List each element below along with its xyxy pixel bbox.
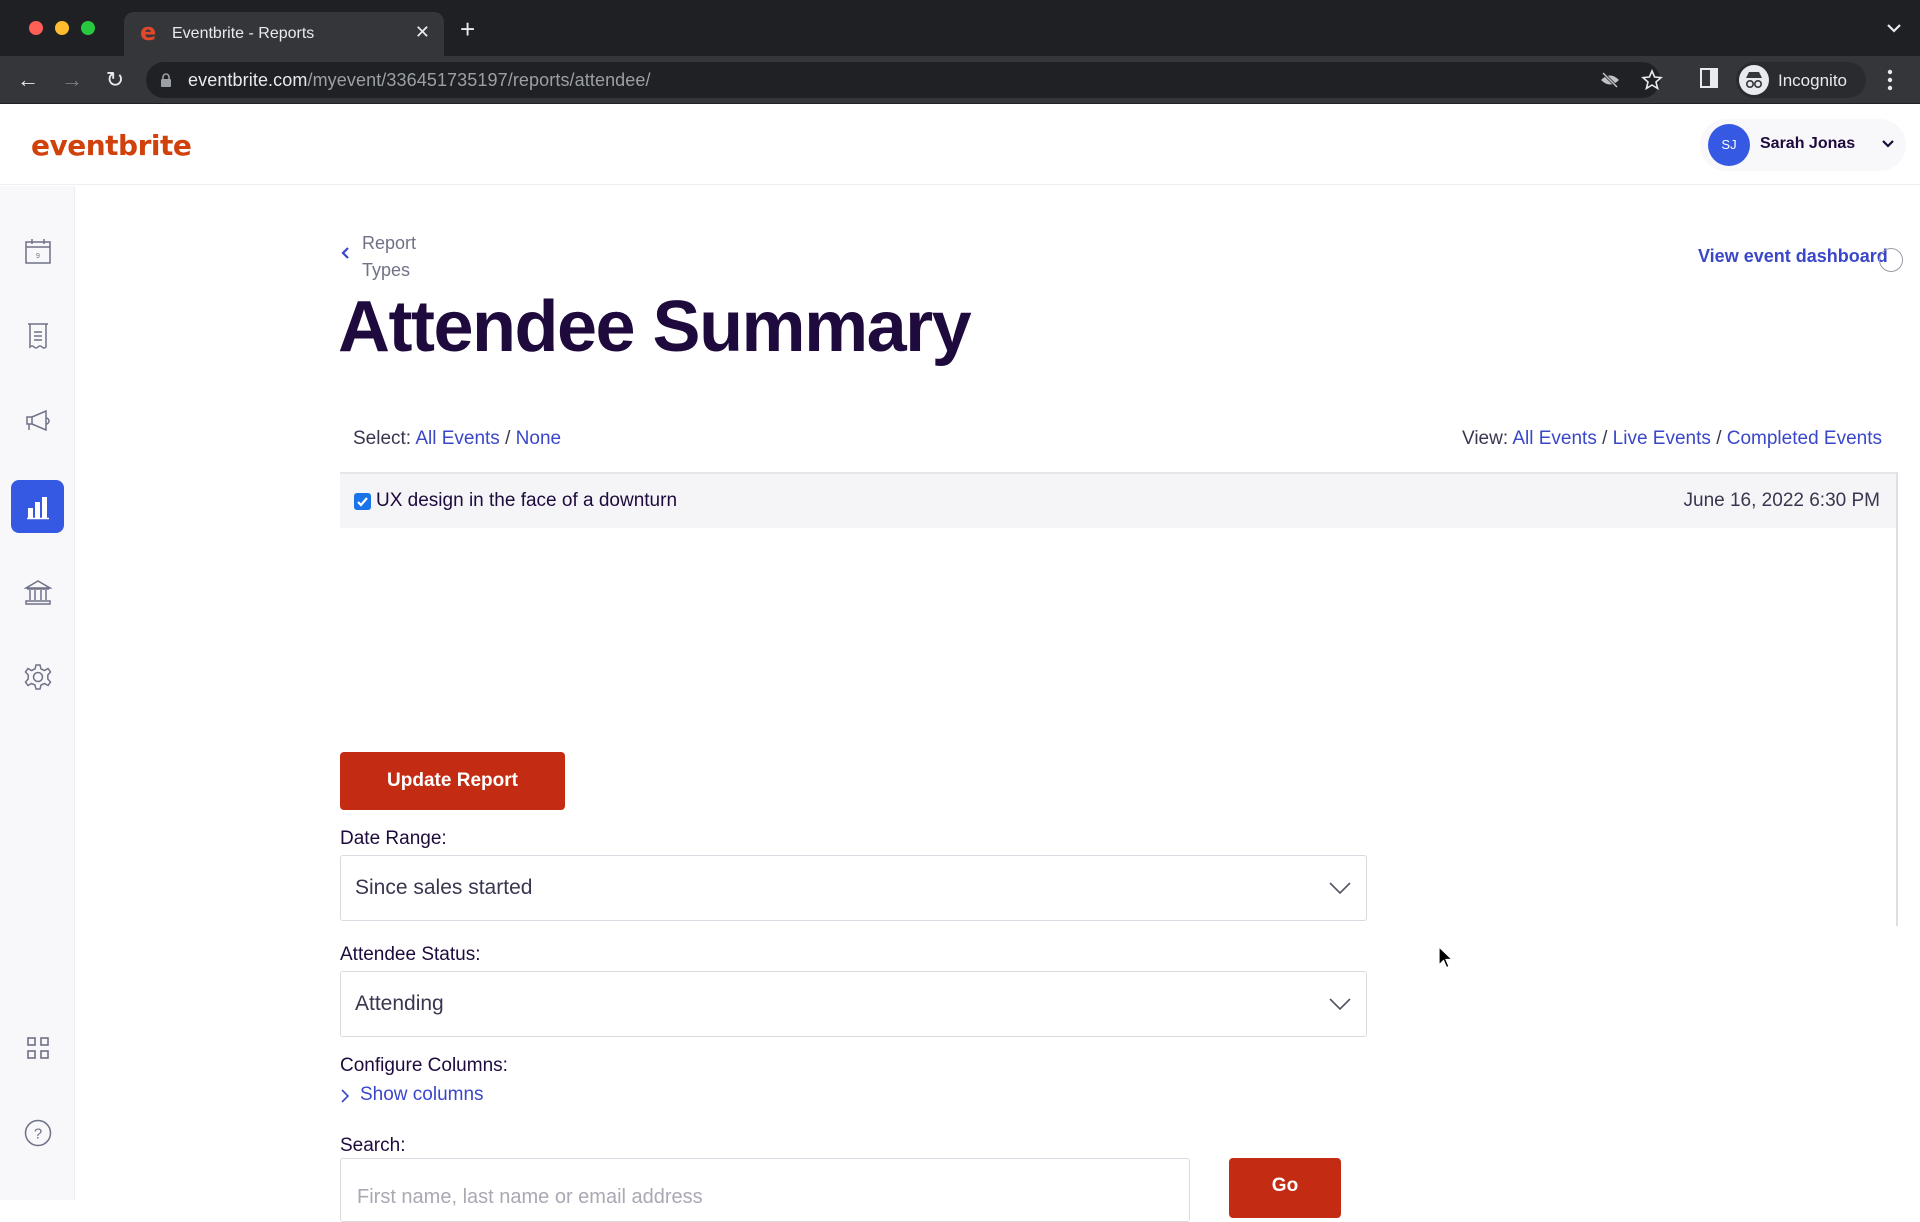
- chevron-down-icon: [1329, 998, 1351, 1011]
- app-header: eventbrite SJ Sarah Jonas: [0, 105, 1920, 185]
- event-date: June 16, 2022 6:30 PM: [1683, 490, 1880, 511]
- event-checkbox[interactable]: [354, 493, 371, 510]
- receipt-icon: [27, 322, 48, 349]
- help-icon: ?: [24, 1119, 51, 1146]
- attendee-status-select[interactable]: Attending: [340, 971, 1367, 1037]
- avatar: SJ: [1708, 124, 1750, 166]
- reload-icon[interactable]: ↻: [101, 66, 129, 94]
- minimize-window-button[interactable]: [55, 21, 69, 35]
- chevron-right-icon: [341, 1089, 350, 1103]
- search-input[interactable]: [340, 1158, 1190, 1222]
- lock-icon: [161, 73, 171, 87]
- tab-search-chevron-icon[interactable]: [1886, 20, 1902, 38]
- attendee-status-label: Attendee Status:: [340, 944, 481, 965]
- sidebar-item-apps[interactable]: [11, 1021, 64, 1074]
- sidebar-item-settings[interactable]: [11, 650, 64, 703]
- update-report-button[interactable]: Update Report: [340, 752, 565, 810]
- date-range-select[interactable]: Since sales started: [340, 855, 1367, 921]
- back-link-label: Report Types: [362, 233, 417, 280]
- select-label: Select:: [353, 428, 412, 449]
- new-tab-button[interactable]: +: [460, 14, 475, 45]
- browser-menu-icon[interactable]: [1885, 68, 1895, 92]
- search-label: Search:: [340, 1135, 406, 1156]
- incognito-label: Incognito: [1778, 71, 1847, 90]
- separator: /: [505, 428, 511, 449]
- tab-title: Eventbrite - Reports: [172, 25, 315, 42]
- bookmark-star-icon[interactable]: [1641, 69, 1663, 91]
- grid-icon: [26, 1036, 49, 1059]
- svg-text:9: 9: [36, 253, 40, 260]
- sidebar-item-reports[interactable]: [11, 480, 64, 533]
- browser-tab-strip: e Eventbrite - Reports ✕ +: [0, 0, 1920, 56]
- view-filter-bar: View: All Events / Live Events / Complet…: [1462, 428, 1882, 450]
- sidebar-item-events[interactable]: 9: [11, 224, 64, 277]
- close-tab-icon[interactable]: ✕: [415, 22, 430, 43]
- show-columns-label: Show columns: [360, 1084, 484, 1105]
- bar-chart-icon: [26, 496, 49, 519]
- address-bar[interactable]: eventbrite.com/myevent/336451735197/repo…: [146, 62, 1663, 98]
- sidebar-item-orders[interactable]: [11, 309, 64, 362]
- forward-arrow-icon[interactable]: →: [58, 66, 86, 94]
- calendar-icon: 9: [24, 238, 51, 264]
- view-live-events-link[interactable]: Live Events: [1613, 428, 1711, 449]
- sidebar-nav: 9 ?: [0, 186, 75, 1200]
- view-label: View:: [1461, 428, 1509, 449]
- mouse-cursor-icon: [1438, 946, 1454, 969]
- close-window-button[interactable]: [29, 21, 43, 35]
- maximize-window-button[interactable]: [81, 21, 95, 35]
- chevron-down-icon: [1882, 140, 1894, 148]
- sidebar-item-marketing[interactable]: [11, 394, 64, 447]
- chevron-down-icon: [1329, 882, 1351, 895]
- focus-ring-indicator: [1879, 248, 1903, 272]
- megaphone-icon: [25, 409, 50, 431]
- event-name: UX design in the face of a downturn: [376, 490, 678, 511]
- attendee-status-value: Attending: [355, 992, 444, 1015]
- gear-icon: [24, 663, 51, 690]
- sidebar-item-finance[interactable]: [11, 565, 64, 618]
- go-button[interactable]: Go: [1229, 1158, 1341, 1218]
- user-name: Sarah Jonas: [1760, 135, 1856, 152]
- incognito-icon: [1739, 65, 1769, 95]
- separator: /: [1716, 428, 1722, 449]
- main-content: Report Types Attendee Summary View event…: [76, 186, 1920, 1222]
- bank-icon: [23, 579, 52, 605]
- select-none-link[interactable]: None: [516, 428, 561, 449]
- view-completed-events-link[interactable]: Completed Events: [1727, 428, 1882, 449]
- page-title: Attendee Summary: [338, 287, 972, 367]
- browser-tab[interactable]: e Eventbrite - Reports ✕: [124, 12, 444, 56]
- date-range-value: Since sales started: [355, 876, 533, 899]
- svg-text:?: ?: [33, 1125, 41, 1142]
- side-panel-icon[interactable]: [1700, 68, 1718, 88]
- date-range-label: Date Range:: [340, 828, 447, 849]
- eventbrite-favicon-icon: e: [140, 18, 157, 46]
- list-item[interactable]: UX design in the face of a downturn June…: [340, 474, 1896, 528]
- sidebar-item-help[interactable]: ?: [11, 1106, 64, 1159]
- separator: /: [1602, 428, 1608, 449]
- incognito-profile-button[interactable]: Incognito: [1736, 62, 1866, 98]
- user-menu-button[interactable]: SJ Sarah Jonas: [1700, 119, 1906, 171]
- select-events-bar: Select: All Events / None: [353, 428, 561, 450]
- view-all-events-link[interactable]: All Events: [1512, 428, 1596, 449]
- url-text: eventbrite.com/myevent/336451735197/repo…: [188, 70, 651, 90]
- eye-off-icon[interactable]: [1599, 69, 1621, 91]
- browser-toolbar: ← → ↻ eventbrite.com/myevent/33645173519…: [0, 56, 1920, 104]
- select-all-events-link[interactable]: All Events: [415, 428, 499, 449]
- view-event-dashboard-link[interactable]: View event dashboard: [1698, 246, 1888, 267]
- eventbrite-logo[interactable]: eventbrite: [31, 129, 192, 162]
- back-arrow-icon[interactable]: ←: [14, 66, 42, 94]
- chevron-left-icon: [341, 247, 349, 259]
- configure-columns-label: Configure Columns:: [340, 1055, 508, 1076]
